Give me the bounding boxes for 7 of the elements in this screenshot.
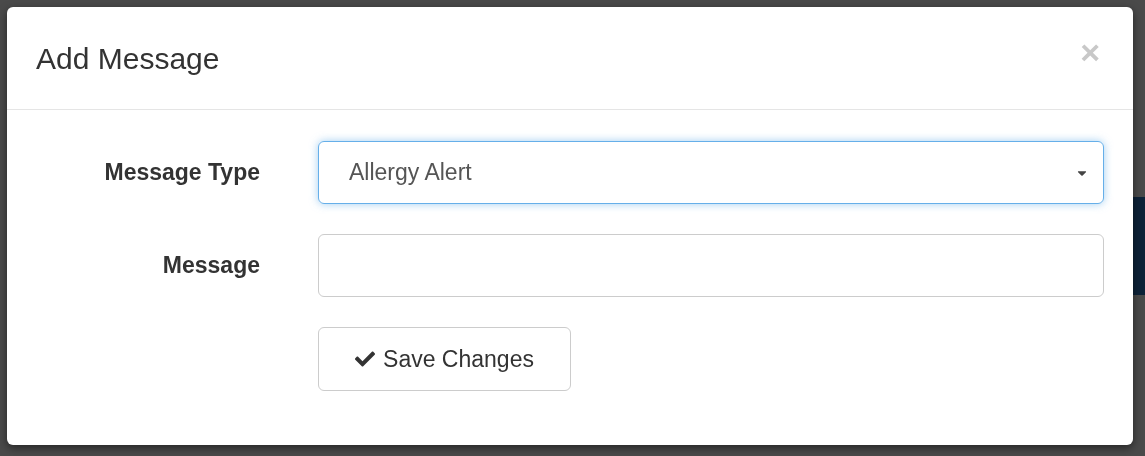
check-icon (355, 349, 376, 369)
message-type-select[interactable]: Allergy Alert (318, 141, 1104, 204)
field-label: Message (161, 251, 260, 281)
message-input[interactable] (318, 234, 1104, 297)
field-label: Message Type (103, 158, 260, 188)
dialog-title: Add Message (36, 40, 220, 77)
save-button[interactable]: Save Changes (318, 327, 571, 391)
